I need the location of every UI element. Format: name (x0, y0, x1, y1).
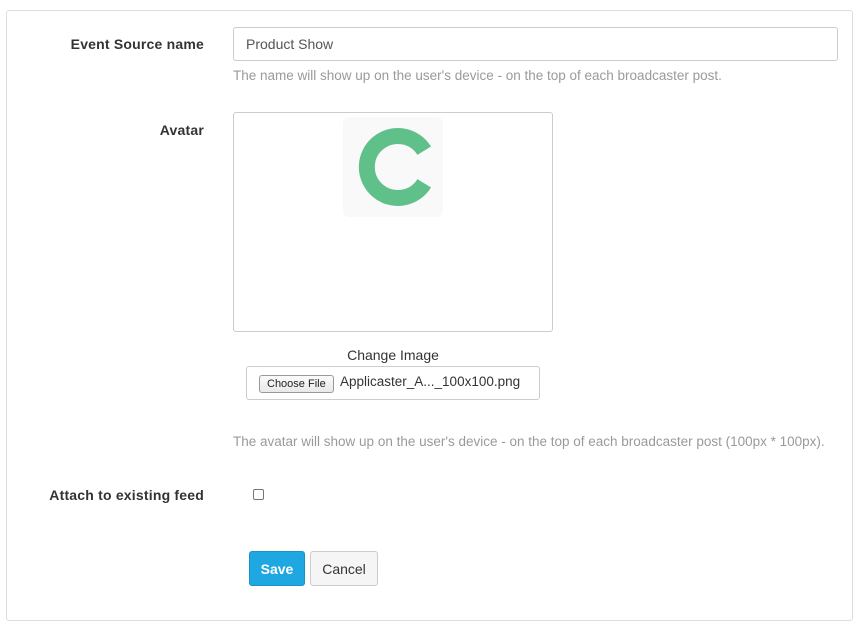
choose-file-button[interactable]: Choose File (259, 375, 334, 393)
cancel-button[interactable]: Cancel (310, 551, 378, 586)
event-source-name-help: The name will show up on the user's devi… (233, 68, 722, 83)
avatar-label: Avatar (159, 122, 204, 138)
avatar-help: The avatar will show up on the user's de… (233, 434, 825, 449)
avatar-preview-box (233, 112, 553, 332)
save-button[interactable]: Save (249, 551, 305, 586)
event-source-name-label: Event Source name (70, 36, 204, 52)
event-source-name-input[interactable] (233, 27, 838, 61)
attach-feed-label: Attach to existing feed (49, 487, 204, 503)
attach-feed-checkbox[interactable] (253, 489, 264, 500)
avatar-image (343, 117, 443, 217)
selected-file-name: Applicaster_A..._100x100.png (340, 374, 521, 389)
applicaster-logo-icon (358, 128, 431, 206)
file-input[interactable]: Choose File Applicaster_A..._100x100.png (246, 366, 540, 400)
change-image-label: Change Image (347, 347, 439, 363)
